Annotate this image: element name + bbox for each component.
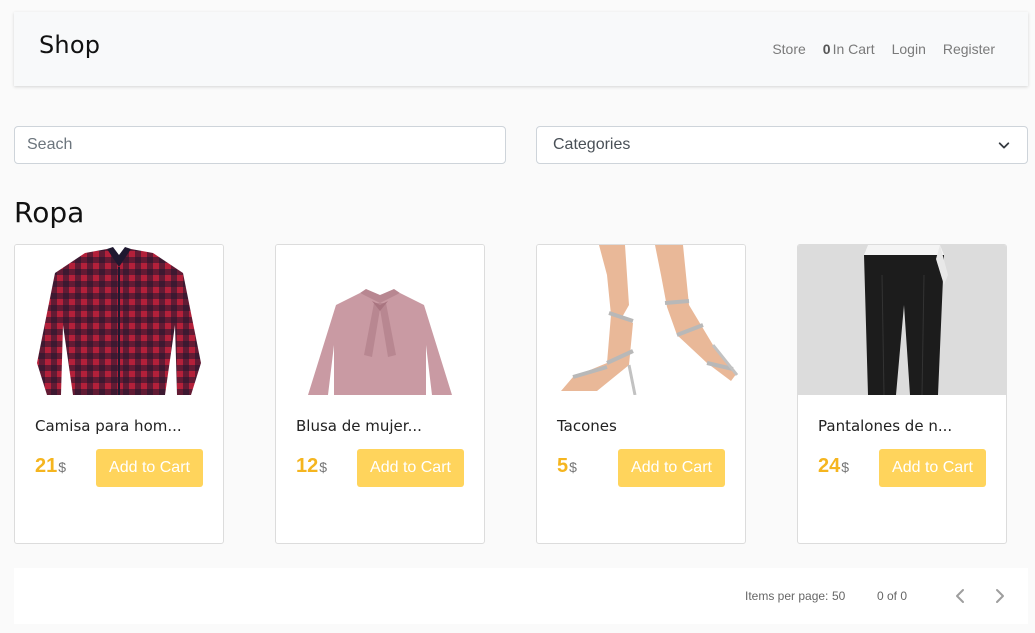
product-card: Camisa para hom... 21$ Add to Cart [14,244,224,544]
cart-count: 0 [822,41,831,57]
nav-cart-link[interactable]: 0 In Cart [823,41,875,57]
product-name[interactable]: Camisa para hom... [35,417,182,435]
product-price: 12$ [296,455,328,477]
page-range-label: 0 of 0 [877,589,908,603]
product-image-blouse[interactable] [276,245,484,395]
nav-links: Store 0 In Cart Login Register [772,41,995,57]
navbar: Shop Store 0 In Cart Login Register [14,12,1028,86]
product-name[interactable]: Blusa de mujer... [296,417,422,435]
nav-login-link[interactable]: Login [892,41,926,57]
add-to-cart-button[interactable]: Add to Cart [96,449,203,487]
product-price: 24$ [818,455,850,477]
add-to-cart-button[interactable]: Add to Cart [618,449,725,487]
brand-title[interactable]: Shop [39,31,100,59]
paginator: Items per page: 50 0 of 0 [14,568,1028,624]
product-name[interactable]: Pantalones de n... [818,417,952,435]
product-card: Pantalones de n... 24$ Add to Cart [797,244,1007,544]
product-image-pants[interactable] [798,245,1006,395]
search-input[interactable] [14,126,506,164]
product-card: Blusa de mujer... 12$ Add to Cart [275,244,485,544]
add-to-cart-button[interactable]: Add to Cart [879,449,986,487]
section-title: Ropa [14,196,85,229]
items-per-page-label: Items per page: [745,589,829,603]
nav-register-link[interactable]: Register [943,41,995,57]
product-card: Tacones 5$ Add to Cart [536,244,746,544]
category-selected-value: Categories [553,136,631,153]
chevron-right-icon[interactable] [990,586,1010,606]
chevron-down-icon [998,142,1010,149]
cart-label: In Cart [832,41,875,57]
category-select[interactable]: Categories [536,126,1028,164]
product-name[interactable]: Tacones [557,417,617,435]
product-price: 5$ [557,455,577,477]
page-size-select[interactable]: 50 [832,589,845,603]
add-to-cart-button[interactable]: Add to Cart [357,449,464,487]
nav-store-link[interactable]: Store [772,41,805,57]
product-image-shirt[interactable] [15,245,223,395]
product-image-heels[interactable] [537,245,745,395]
product-price: 21$ [35,455,67,477]
chevron-left-icon[interactable] [950,586,970,606]
